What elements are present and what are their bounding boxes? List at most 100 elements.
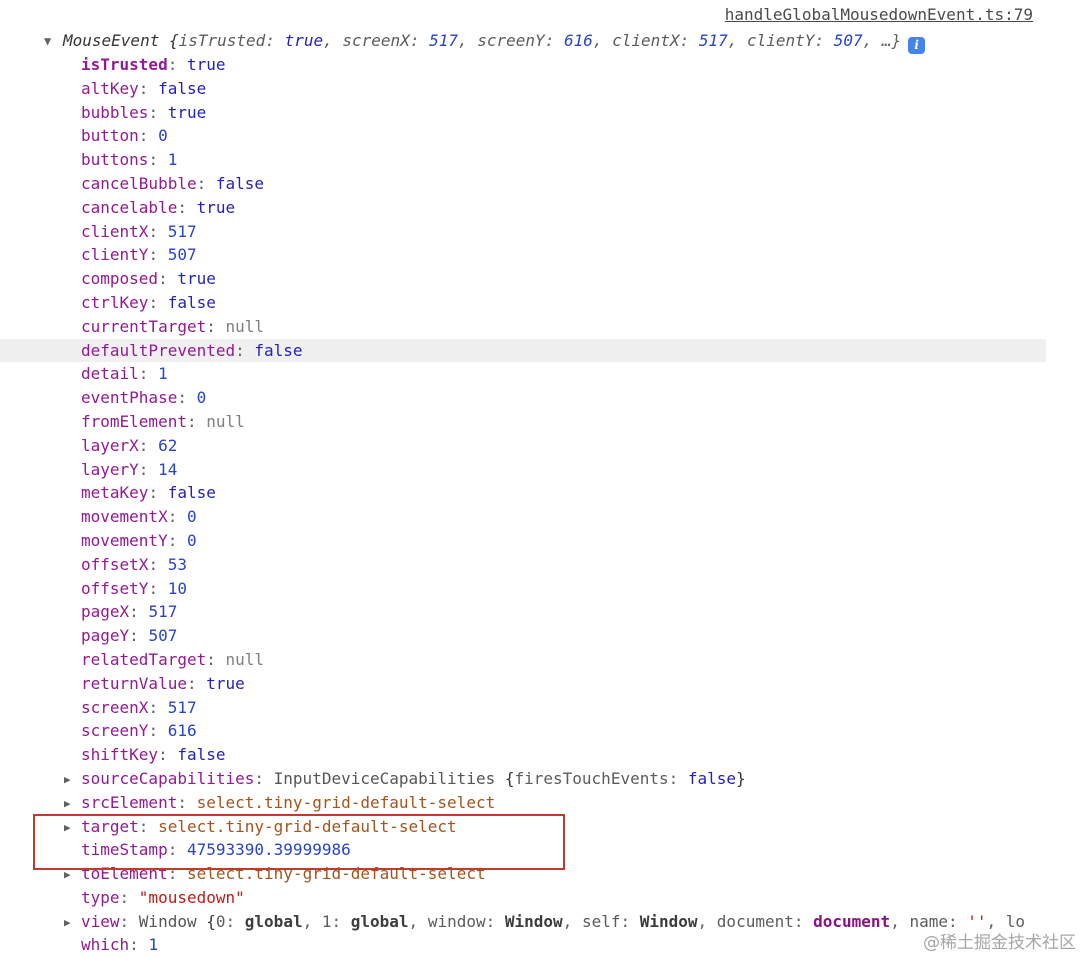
property-row-which: which: 1 (0, 933, 1046, 957)
token-n: which (81, 935, 130, 955)
token-c: : (947, 911, 968, 931)
object-preview-row[interactable]: ▼ MouseEvent {isTrusted: true, screenX: 5… (0, 29, 1046, 54)
token-n: button (81, 126, 139, 146)
property-row-view[interactable]: ▶ view: Window {0: global, 1: global, win… (0, 910, 1046, 934)
token-n: shiftKey (81, 745, 159, 765)
property-row-relatedTarget: relatedTarget: null (0, 648, 1046, 672)
token-p: { (206, 911, 216, 931)
token-b: true (186, 55, 226, 74)
token-c: : (148, 483, 168, 503)
token-c: : (679, 31, 699, 50)
property-row-type: type: "mousedown" (0, 886, 1046, 910)
token-c: : (119, 887, 139, 907)
token-c: , (323, 31, 343, 50)
token-n: fromElement (81, 411, 187, 431)
token-n: sourceCapabilities (81, 768, 255, 788)
token-num: 0 (158, 126, 168, 146)
token-n: pageY (81, 626, 130, 646)
token-nul: null (206, 411, 245, 431)
token-n: currentTarget (81, 316, 207, 336)
token-c: : (148, 721, 168, 741)
expanded-triangle-icon[interactable]: ▼ (44, 29, 63, 53)
token-c: : (177, 792, 197, 812)
token-nul: null (225, 316, 265, 336)
token-c: , (592, 31, 613, 50)
property-row-srcElement[interactable]: ▶ srcElement: select.tiny-grid-default-se… (0, 791, 1046, 815)
token-num: 616 (167, 721, 197, 741)
token-c: , (986, 911, 1006, 931)
collapsed-triangle-icon[interactable]: ▶ (64, 816, 81, 840)
token-b: true (167, 102, 207, 122)
token-c: : (138, 435, 159, 455)
token-c: : (138, 459, 159, 479)
token-n: altKey (81, 78, 139, 98)
token-c: , (562, 911, 582, 931)
token-n: view (81, 911, 120, 931)
token-c: : (138, 78, 159, 98)
token-c: : (148, 554, 168, 574)
token-k: isTrusted (178, 31, 266, 50)
token-c: : (206, 316, 226, 336)
devtools-console-entry: handleGlobalMousedownEvent.ts:79 ▼ MouseE… (0, 0, 1046, 957)
property-row-offsetY: offsetY: 10 (0, 577, 1046, 601)
token-s: "mousedown" (138, 887, 245, 907)
property-row-cancelable: cancelable: true (0, 196, 1046, 220)
token-n: offsetY (81, 578, 149, 598)
token-ob: Window (504, 911, 563, 931)
collapsed-triangle-icon[interactable]: ▶ (64, 863, 81, 887)
token-num: 517 (167, 697, 197, 717)
token-p: } (736, 768, 746, 788)
property-row-defaultPrevented: defaultPrevented: false (0, 338, 1046, 363)
property-row-screenX: screenX: 517 (0, 696, 1046, 720)
property-row-offsetX: offsetX: 53 (0, 553, 1046, 577)
token-n: relatedTarget (81, 649, 207, 669)
token-p: MouseEvent (63, 31, 169, 50)
token-c: : (409, 31, 430, 50)
token-c: : (129, 626, 149, 646)
token-n: returnValue (81, 673, 187, 693)
token-n: pageX (81, 602, 130, 622)
token-c: , (697, 911, 717, 931)
property-row-sourceCapabilities[interactable]: ▶ sourceCapabilities: InputDeviceCapabili… (0, 767, 1046, 791)
property-row-toElement[interactable]: ▶ toElement: select.tiny-grid-default-sel… (0, 862, 1046, 886)
property-row-target[interactable]: ▶ target: select.tiny-grid-default-select (0, 815, 1046, 839)
token-num: 517 (167, 221, 197, 241)
property-row-buttons: buttons: 1 (0, 148, 1046, 172)
token-n: clientY (81, 245, 149, 265)
console-message-header: handleGlobalMousedownEvent.ts:79 (0, 0, 1046, 29)
token-num: 507 (167, 245, 197, 265)
token-num: 517 (148, 602, 178, 622)
token-n: ctrlKey (81, 292, 149, 312)
source-file-link[interactable]: handleGlobalMousedownEvent.ts:79 (725, 5, 1033, 24)
token-c: : (138, 816, 159, 836)
token-n: buttons (81, 150, 149, 170)
info-icon[interactable]: i (908, 37, 926, 54)
property-row-layerX: layerX: 62 (0, 434, 1046, 458)
token-num: 507 (148, 626, 178, 646)
token-o: Window (138, 911, 207, 931)
token-num: 14 (158, 459, 178, 479)
token-c: : (129, 935, 149, 955)
token-b: true (206, 673, 245, 693)
token-n: toElement (81, 864, 168, 884)
token-n: cancelable (81, 197, 178, 217)
token-b: true (177, 269, 216, 289)
token-c: , (457, 31, 478, 50)
token-k: window (427, 911, 486, 931)
token-num: 616 (563, 31, 593, 50)
token-n: detail (81, 364, 139, 384)
collapsed-triangle-icon[interactable]: ▶ (64, 768, 81, 792)
collapsed-triangle-icon[interactable]: ▶ (64, 911, 81, 935)
token-k: screenX (342, 31, 410, 50)
token-c: , (890, 911, 910, 931)
token-c: : (793, 911, 814, 931)
token-n: layerX (81, 435, 139, 455)
token-o: InputDeviceCapabilities (273, 768, 505, 788)
token-n: srcElement (81, 792, 178, 812)
property-row-button: button: 0 (0, 124, 1046, 148)
token-num: 53 (167, 554, 187, 574)
token-c: : (265, 31, 285, 50)
collapsed-triangle-icon[interactable]: ▶ (64, 792, 81, 816)
token-n: screenX (81, 697, 149, 717)
token-c: : (177, 388, 197, 408)
